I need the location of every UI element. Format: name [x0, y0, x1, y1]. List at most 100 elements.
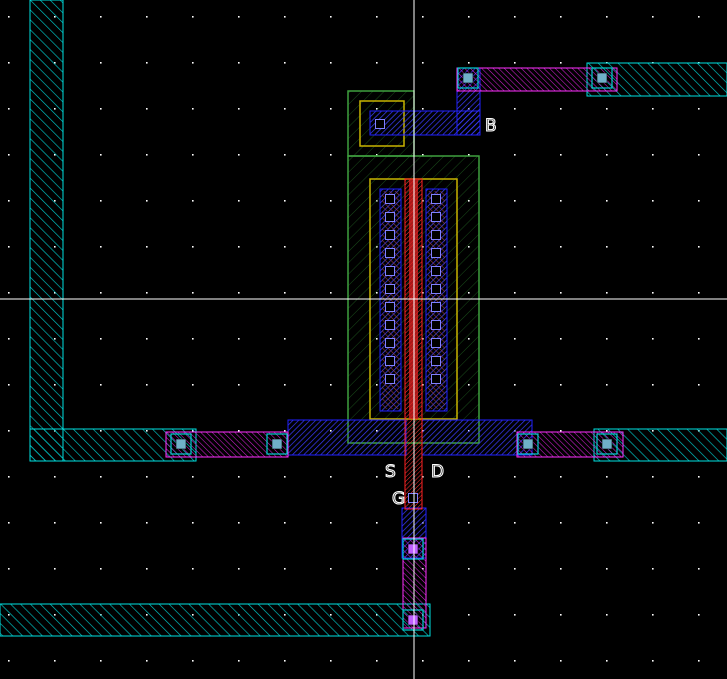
grid-dot — [192, 108, 194, 110]
grid-dot — [698, 292, 700, 294]
grid-dot — [652, 292, 654, 294]
grid-dot — [330, 522, 332, 524]
grid-dot — [330, 568, 332, 570]
contact-cut — [385, 212, 395, 222]
grid-dot — [330, 62, 332, 64]
grid-dot — [192, 476, 194, 478]
grid-dot — [514, 16, 516, 18]
pin-label-bulk[interactable]: B — [484, 115, 497, 136]
grid-dot — [606, 614, 608, 616]
grid-dot — [284, 660, 286, 662]
grid-dot — [54, 476, 56, 478]
grid-dot — [284, 154, 286, 156]
grid-dot — [284, 108, 286, 110]
metal2-left-vertical[interactable] — [29, 0, 64, 462]
grid-dot — [606, 568, 608, 570]
grid-dot — [514, 200, 516, 202]
grid-dot — [330, 108, 332, 110]
grid-dot — [514, 338, 516, 340]
grid-dot — [284, 568, 286, 570]
grid-dot — [192, 384, 194, 386]
grid-dot — [560, 660, 562, 662]
grid-dot — [146, 108, 148, 110]
contact-cut — [431, 320, 441, 330]
grid-dot — [330, 246, 332, 248]
grid-dot — [8, 338, 10, 340]
grid-dot — [468, 568, 470, 570]
grid-dot — [376, 476, 378, 478]
contact-cut — [431, 266, 441, 276]
grid-dot — [468, 476, 470, 478]
grid-dot — [284, 384, 286, 386]
grid-dot — [376, 62, 378, 64]
grid-dot — [146, 522, 148, 524]
grid-dot — [376, 660, 378, 662]
grid-dot — [652, 200, 654, 202]
grid-dot — [698, 246, 700, 248]
grid-dot — [330, 476, 332, 478]
contact-cut — [431, 338, 441, 348]
grid-dot — [238, 246, 240, 248]
grid-dot — [146, 16, 148, 18]
grid-dot — [100, 476, 102, 478]
metal2-bottom[interactable] — [0, 603, 431, 637]
grid-dot — [652, 338, 654, 340]
grid-dot — [698, 108, 700, 110]
grid-dot — [284, 430, 286, 432]
metal1-drain-route[interactable] — [421, 419, 533, 456]
grid-dot — [468, 16, 470, 18]
grid-dot — [514, 154, 516, 156]
grid-dot — [698, 154, 700, 156]
grid-dot — [560, 522, 562, 524]
contact-cut — [431, 230, 441, 240]
grid-dot — [192, 660, 194, 662]
grid-dot — [652, 476, 654, 478]
layout-canvas[interactable]: B S D G — [0, 0, 727, 679]
grid-dot — [698, 660, 700, 662]
grid-dot — [422, 108, 424, 110]
grid-dot — [238, 338, 240, 340]
grid-dot — [146, 200, 148, 202]
grid-dot — [100, 522, 102, 524]
pin-label-gate[interactable]: G — [391, 488, 405, 509]
grid-dot — [330, 338, 332, 340]
contact-cut — [431, 212, 441, 222]
grid-dot — [284, 16, 286, 18]
grid-dot — [560, 200, 562, 202]
grid-dot — [514, 568, 516, 570]
via-cut — [596, 72, 608, 84]
grid-dot — [330, 16, 332, 18]
grid-dot — [146, 568, 148, 570]
grid-dot — [100, 384, 102, 386]
grid-dot — [238, 568, 240, 570]
contact-cut — [385, 266, 395, 276]
grid-dot — [514, 246, 516, 248]
pin-label-source[interactable]: S — [384, 461, 396, 482]
grid-dot — [192, 154, 194, 156]
grid-dot — [514, 384, 516, 386]
grid-dot — [468, 614, 470, 616]
grid-dot — [100, 16, 102, 18]
grid-dot — [238, 522, 240, 524]
grid-dot — [8, 384, 10, 386]
grid-dot — [560, 16, 562, 18]
grid-dot — [652, 16, 654, 18]
grid-dot — [100, 338, 102, 340]
grid-dot — [376, 16, 378, 18]
grid-dot — [238, 62, 240, 64]
grid-dot — [560, 246, 562, 248]
contact-cut — [431, 356, 441, 366]
grid-dot — [560, 430, 562, 432]
pin-label-drain[interactable]: D — [430, 461, 444, 482]
grid-dot — [146, 476, 148, 478]
metal1-source-route[interactable] — [287, 419, 407, 456]
grid-dot — [238, 108, 240, 110]
grid-dot — [560, 154, 562, 156]
grid-dot — [606, 660, 608, 662]
grid-dot — [606, 384, 608, 386]
grid-dot — [330, 200, 332, 202]
grid-dot — [192, 292, 194, 294]
grid-dot — [514, 660, 516, 662]
grid-dot — [468, 660, 470, 662]
via-cut — [522, 438, 534, 450]
